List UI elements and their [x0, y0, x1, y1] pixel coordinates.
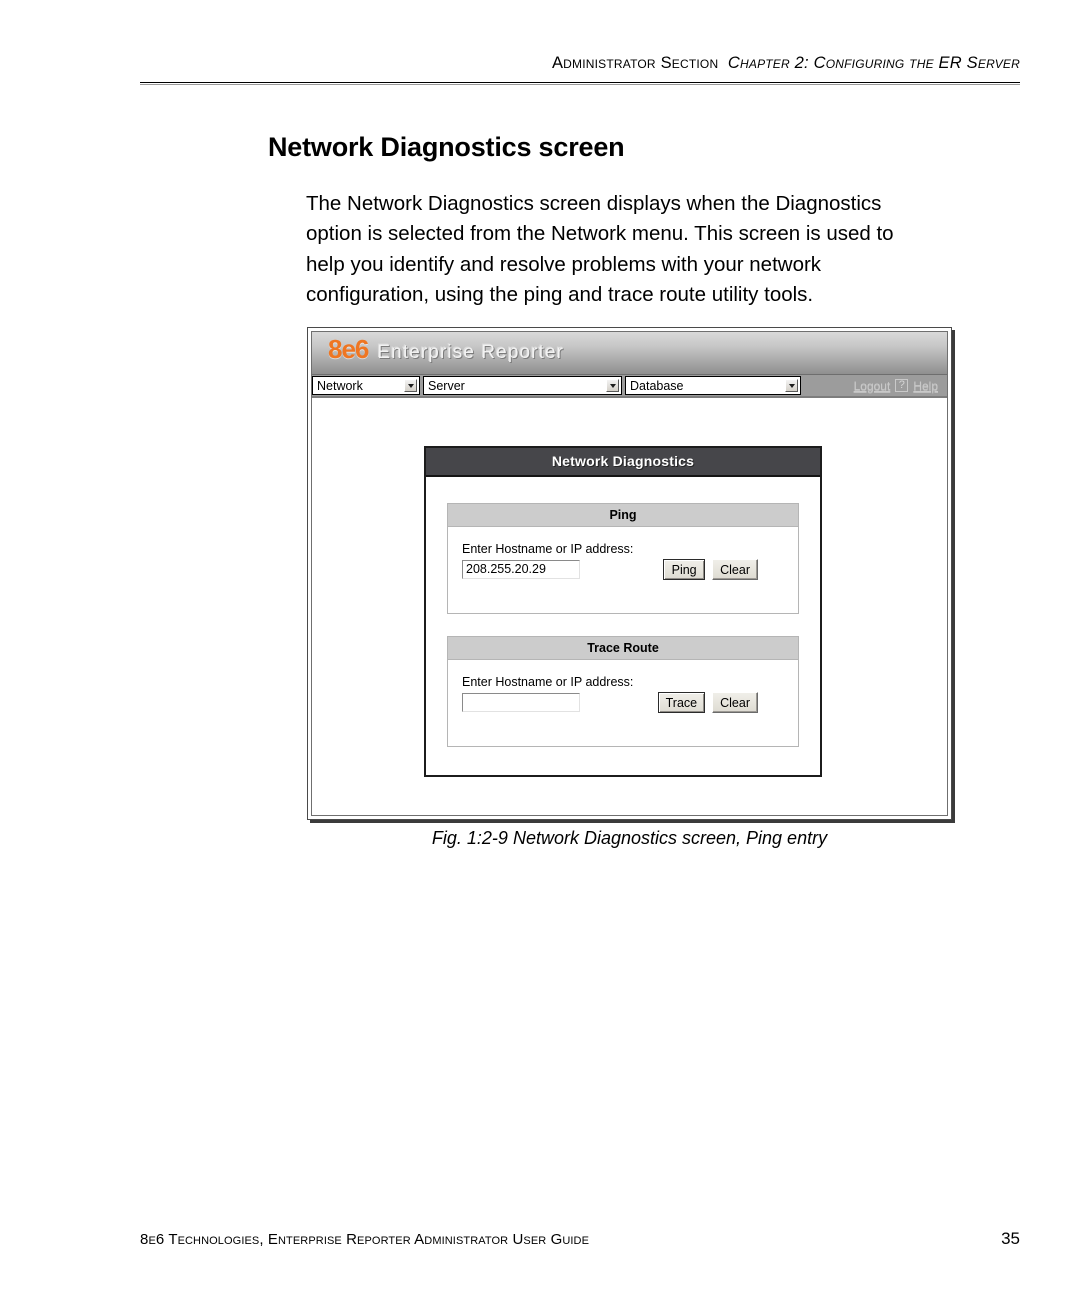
chevron-down-icon[interactable] — [606, 379, 619, 392]
panel-body: Ping Enter Hostname or IP address: 208.2… — [426, 477, 820, 775]
body-paragraph: The Network Diagnostics screen displays … — [306, 191, 894, 307]
logo-wordmark: Enterprise Reporter — [377, 342, 565, 363]
trace-route-group: Trace Route Enter Hostname or IP address… — [447, 636, 799, 747]
ping-clear-button[interactable]: Clear — [712, 559, 758, 580]
figure-caption: Fig. 1:2-9 Network Diagnostics screen, P… — [431, 828, 828, 848]
running-header-section: Administrator Section — [551, 54, 719, 72]
trace-route-button-group: Trace Clear — [657, 692, 758, 713]
running-header: Administrator Section Chapter 2: Configu… — [140, 54, 1020, 73]
network-diagnostics-panel: Network Diagnostics Ping Enter Hostname … — [424, 446, 822, 777]
ping-group-body: Enter Hostname or IP address: 208.255.20… — [448, 527, 798, 613]
menu-select-database-value: Database — [630, 378, 684, 393]
figure-screenshot: 8e6 Enterprise Reporter Network Server D… — [307, 327, 952, 820]
application-banner: 8e6 Enterprise Reporter — [312, 332, 947, 375]
application-window-inner: 8e6 Enterprise Reporter Network Server D… — [311, 331, 948, 816]
ping-hostname-input[interactable]: 208.255.20.29 — [462, 560, 580, 579]
menu-bar: Network Server Database Logout ? Help — [312, 375, 947, 398]
page-footer: 8e6 Technologies, Enterprise Reporter Ad… — [140, 1229, 1020, 1249]
menu-select-database[interactable]: Database — [625, 376, 801, 395]
menu-select-server-value: Server — [428, 378, 465, 393]
menu-select-server[interactable]: Server — [423, 376, 622, 395]
ping-button[interactable]: Ping — [663, 559, 706, 580]
footer-page-number: 35 — [1001, 1229, 1020, 1248]
chevron-down-icon[interactable] — [785, 379, 798, 392]
logo-mark: 8e6 — [328, 334, 369, 364]
menu-select-network-value: Network — [317, 378, 363, 393]
ping-field-label: Enter Hostname or IP address: — [462, 542, 634, 556]
brand-logo: 8e6 Enterprise Reporter — [328, 336, 564, 362]
help-link[interactable]: Help — [913, 379, 938, 393]
application-window: 8e6 Enterprise Reporter Network Server D… — [307, 327, 952, 820]
menu-bar-links: Logout ? Help — [804, 375, 947, 396]
application-content: Network Diagnostics Ping Enter Hostname … — [312, 398, 947, 815]
trace-route-group-header: Trace Route — [448, 637, 798, 660]
page-title: Network Diagnostics screen — [268, 132, 625, 163]
ping-button-group: Ping Clear — [663, 559, 758, 580]
trace-route-hostname-input[interactable] — [462, 693, 580, 712]
trace-button[interactable]: Trace — [657, 692, 706, 713]
running-header-gap — [718, 54, 728, 72]
chevron-down-icon[interactable] — [404, 379, 417, 392]
menu-select-network[interactable]: Network — [312, 376, 420, 395]
panel-title: Network Diagnostics — [426, 448, 820, 477]
trace-route-group-body: Enter Hostname or IP address: Trace Clea… — [448, 660, 798, 746]
footer-guide-title: 8e6 Technologies, Enterprise Reporter Ad… — [140, 1231, 590, 1248]
help-question-icon[interactable]: ? — [895, 379, 909, 392]
ping-field-row: 208.255.20.29 Ping Clear — [462, 559, 784, 580]
header-divider-rule — [140, 82, 1020, 85]
trace-route-field-row: Trace Clear — [462, 692, 784, 713]
ping-group: Ping Enter Hostname or IP address: 208.2… — [447, 503, 799, 614]
logout-link[interactable]: Logout — [854, 379, 891, 393]
running-header-text: Administrator Section Chapter 2: Configu… — [552, 54, 1020, 72]
trace-route-clear-button[interactable]: Clear — [712, 692, 758, 713]
trace-route-field-label: Enter Hostname or IP address: — [462, 675, 634, 689]
ping-group-header: Ping — [448, 504, 798, 527]
running-header-chapter: Chapter 2: Configuring the ER Server — [727, 54, 1020, 72]
